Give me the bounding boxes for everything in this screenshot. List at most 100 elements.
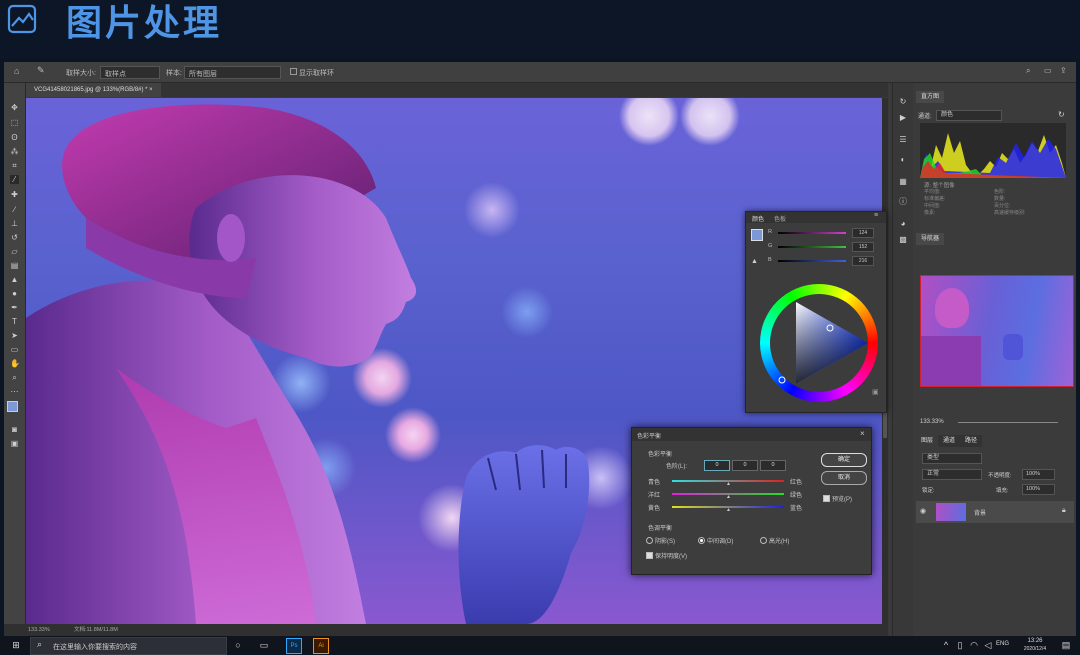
slider-thumb[interactable]: ▲ — [726, 494, 731, 500]
photoshop-taskbar-icon[interactable]: Ps — [286, 638, 302, 654]
screen-mode-icon[interactable]: ▣ — [10, 439, 19, 448]
windows-start-icon[interactable]: ⊞ — [10, 639, 22, 651]
ok-button[interactable]: 确定 — [821, 453, 867, 467]
healing-tool-icon[interactable]: ✚ — [10, 190, 19, 199]
tab-histogram[interactable]: 直方图 — [916, 91, 945, 103]
tab-color[interactable]: 颜色 — [752, 214, 764, 223]
close-tab-icon[interactable]: × — [149, 87, 153, 93]
share-icon[interactable]: ⇪ — [1060, 66, 1067, 75]
tab-channels[interactable]: 通道 — [938, 435, 961, 447]
clock[interactable]: 13:26 2020/12/4 — [1020, 637, 1050, 653]
cancel-button[interactable]: 取消 — [821, 471, 867, 485]
quick-mask-icon[interactable]: ◙ — [10, 425, 19, 434]
slider-thumb[interactable]: ▲ — [726, 481, 731, 487]
language-indicator[interactable]: ENG — [996, 641, 1009, 647]
adjustments-icon[interactable]: ◐ — [898, 155, 908, 165]
tab-layers[interactable]: 图层 — [916, 435, 939, 447]
show-ring-checkbox[interactable] — [290, 68, 297, 75]
opacity-field[interactable]: 100% — [1022, 469, 1055, 480]
slider-value[interactable]: 216 — [852, 256, 874, 266]
sample-size-select[interactable]: 取样点 — [100, 66, 160, 79]
channel-select[interactable]: 颜色 — [936, 110, 1002, 121]
eyedropper-tool-icon[interactable]: ⁄ — [10, 175, 19, 184]
libraries-icon[interactable]: ▦ — [898, 177, 908, 187]
actions-icon[interactable]: ▶ — [898, 113, 908, 123]
battery-icon[interactable]: ▯ — [954, 639, 966, 651]
document-tab[interactable]: VCG41458021865.jpg @ 133%(RGB/8#) * × — [26, 83, 161, 97]
panel-menu-icon[interactable]: ≡ — [874, 212, 878, 219]
gradient-tool-icon[interactable]: ▤ — [10, 261, 19, 270]
visibility-eye-icon[interactable]: ◉ — [920, 507, 926, 515]
magic-wand-icon[interactable]: ⁂ — [10, 147, 19, 156]
illustrator-taskbar-icon[interactable]: Ai — [313, 638, 329, 654]
close-icon[interactable]: × — [860, 429, 865, 438]
zoom-tool-icon[interactable]: ⌕ — [10, 373, 19, 382]
properties-icon[interactable]: ☰ — [898, 135, 908, 145]
radio-shadows[interactable] — [646, 537, 653, 544]
tab-paths[interactable]: 路径 — [960, 435, 983, 447]
navigator-thumbnail[interactable] — [920, 275, 1074, 387]
lasso-tool-icon[interactable]: ʘ — [10, 133, 19, 142]
move-tool-icon[interactable]: ✥ — [10, 103, 19, 112]
color-wheel[interactable] — [760, 284, 878, 402]
info-icon[interactable]: ⓘ — [898, 197, 908, 207]
brush-tool-icon[interactable]: ∕ — [10, 205, 19, 214]
preserve-luminosity-checkbox[interactable] — [646, 552, 653, 559]
path-select-icon[interactable]: ➤ — [10, 331, 19, 340]
pen-tool-icon[interactable]: ✒ — [10, 303, 19, 312]
slider-thumb[interactable]: ▲ — [726, 507, 731, 513]
radio-midtones[interactable] — [698, 537, 705, 544]
taskbar-search[interactable]: ⌕ 在这里输入你要搜索的内容 — [30, 637, 227, 655]
search-icon[interactable]: ⌕ — [1026, 66, 1030, 76]
slider-track[interactable] — [778, 260, 846, 262]
foreground-color-swatch[interactable] — [7, 401, 18, 412]
eyedropper-icon[interactable]: ✎ — [37, 65, 45, 76]
navigator-zoom[interactable]: 133.33% — [920, 419, 944, 425]
color-panel-icon[interactable]: ◕ — [898, 219, 908, 229]
level-field-yellow-blue[interactable]: 0 — [760, 460, 786, 471]
home-icon[interactable]: ⌂ — [14, 66, 19, 76]
type-tool-icon[interactable]: T — [10, 317, 19, 326]
task-view-icon[interactable]: ▭ — [258, 639, 270, 651]
level-field-cyan-red[interactable]: 0 — [704, 460, 730, 471]
tray-chevron-icon[interactable]: ^ — [940, 639, 952, 651]
eraser-tool-icon[interactable]: ▱ — [10, 247, 19, 256]
cortana-icon[interactable]: ○ — [232, 639, 244, 651]
zoom-level[interactable]: 133.33% — [28, 624, 50, 636]
sample-select[interactable]: 所有图层 — [184, 66, 281, 79]
tab-swatches[interactable]: 色板 — [774, 214, 786, 223]
slider-value[interactable]: 152 — [852, 242, 874, 252]
color-slider-r[interactable]: R 124 — [768, 228, 882, 238]
more-tools-icon[interactable]: ⋯ — [10, 387, 19, 396]
navigator-zoom-slider[interactable] — [958, 422, 1058, 423]
preview-checkbox[interactable] — [823, 495, 830, 502]
blend-mode-select[interactable]: 正常 — [922, 469, 982, 480]
dodge-tool-icon[interactable]: ● — [10, 289, 19, 298]
workspace-icon[interactable]: ▭ — [1044, 66, 1052, 75]
color-slider-g[interactable]: G 152 — [768, 242, 882, 252]
hand-tool-icon[interactable]: ✋ — [10, 359, 20, 368]
radio-highlights[interactable] — [760, 537, 767, 544]
layer-row[interactable]: ◉ 背景 🔒︎ — [916, 501, 1074, 523]
layer-kind-filter[interactable]: 类型 — [922, 453, 982, 464]
foreground-swatch[interactable] — [751, 229, 763, 241]
color-triangle[interactable] — [760, 284, 878, 402]
refresh-icon[interactable]: ↻ — [1058, 110, 1065, 119]
volume-icon[interactable]: ◁ — [982, 639, 994, 651]
level-field-magenta-green[interactable]: 0 — [732, 460, 758, 471]
history-brush-icon[interactable]: ↺ — [10, 233, 19, 242]
slider-track[interactable] — [778, 246, 846, 248]
crop-tool-icon[interactable]: ⌗ — [10, 161, 19, 170]
stamp-tool-icon[interactable]: ⊥ — [10, 219, 19, 228]
wifi-icon[interactable]: ◠ — [968, 639, 980, 651]
slider-value[interactable]: 124 — [852, 228, 874, 238]
color-slider-b[interactable]: B 216 — [768, 256, 882, 266]
history-icon[interactable]: ↻ — [898, 97, 908, 107]
tab-navigator[interactable]: 导航器 — [916, 233, 945, 245]
marquee-tool-icon[interactable]: ⬚ — [10, 118, 19, 127]
swatches-icon[interactable]: ▩ — [898, 235, 908, 245]
shape-tool-icon[interactable]: ▭ — [10, 345, 19, 354]
slider-track[interactable] — [778, 232, 846, 234]
notification-icon[interactable]: ▤ — [1060, 639, 1072, 651]
blur-tool-icon[interactable]: ▲ — [10, 275, 19, 284]
